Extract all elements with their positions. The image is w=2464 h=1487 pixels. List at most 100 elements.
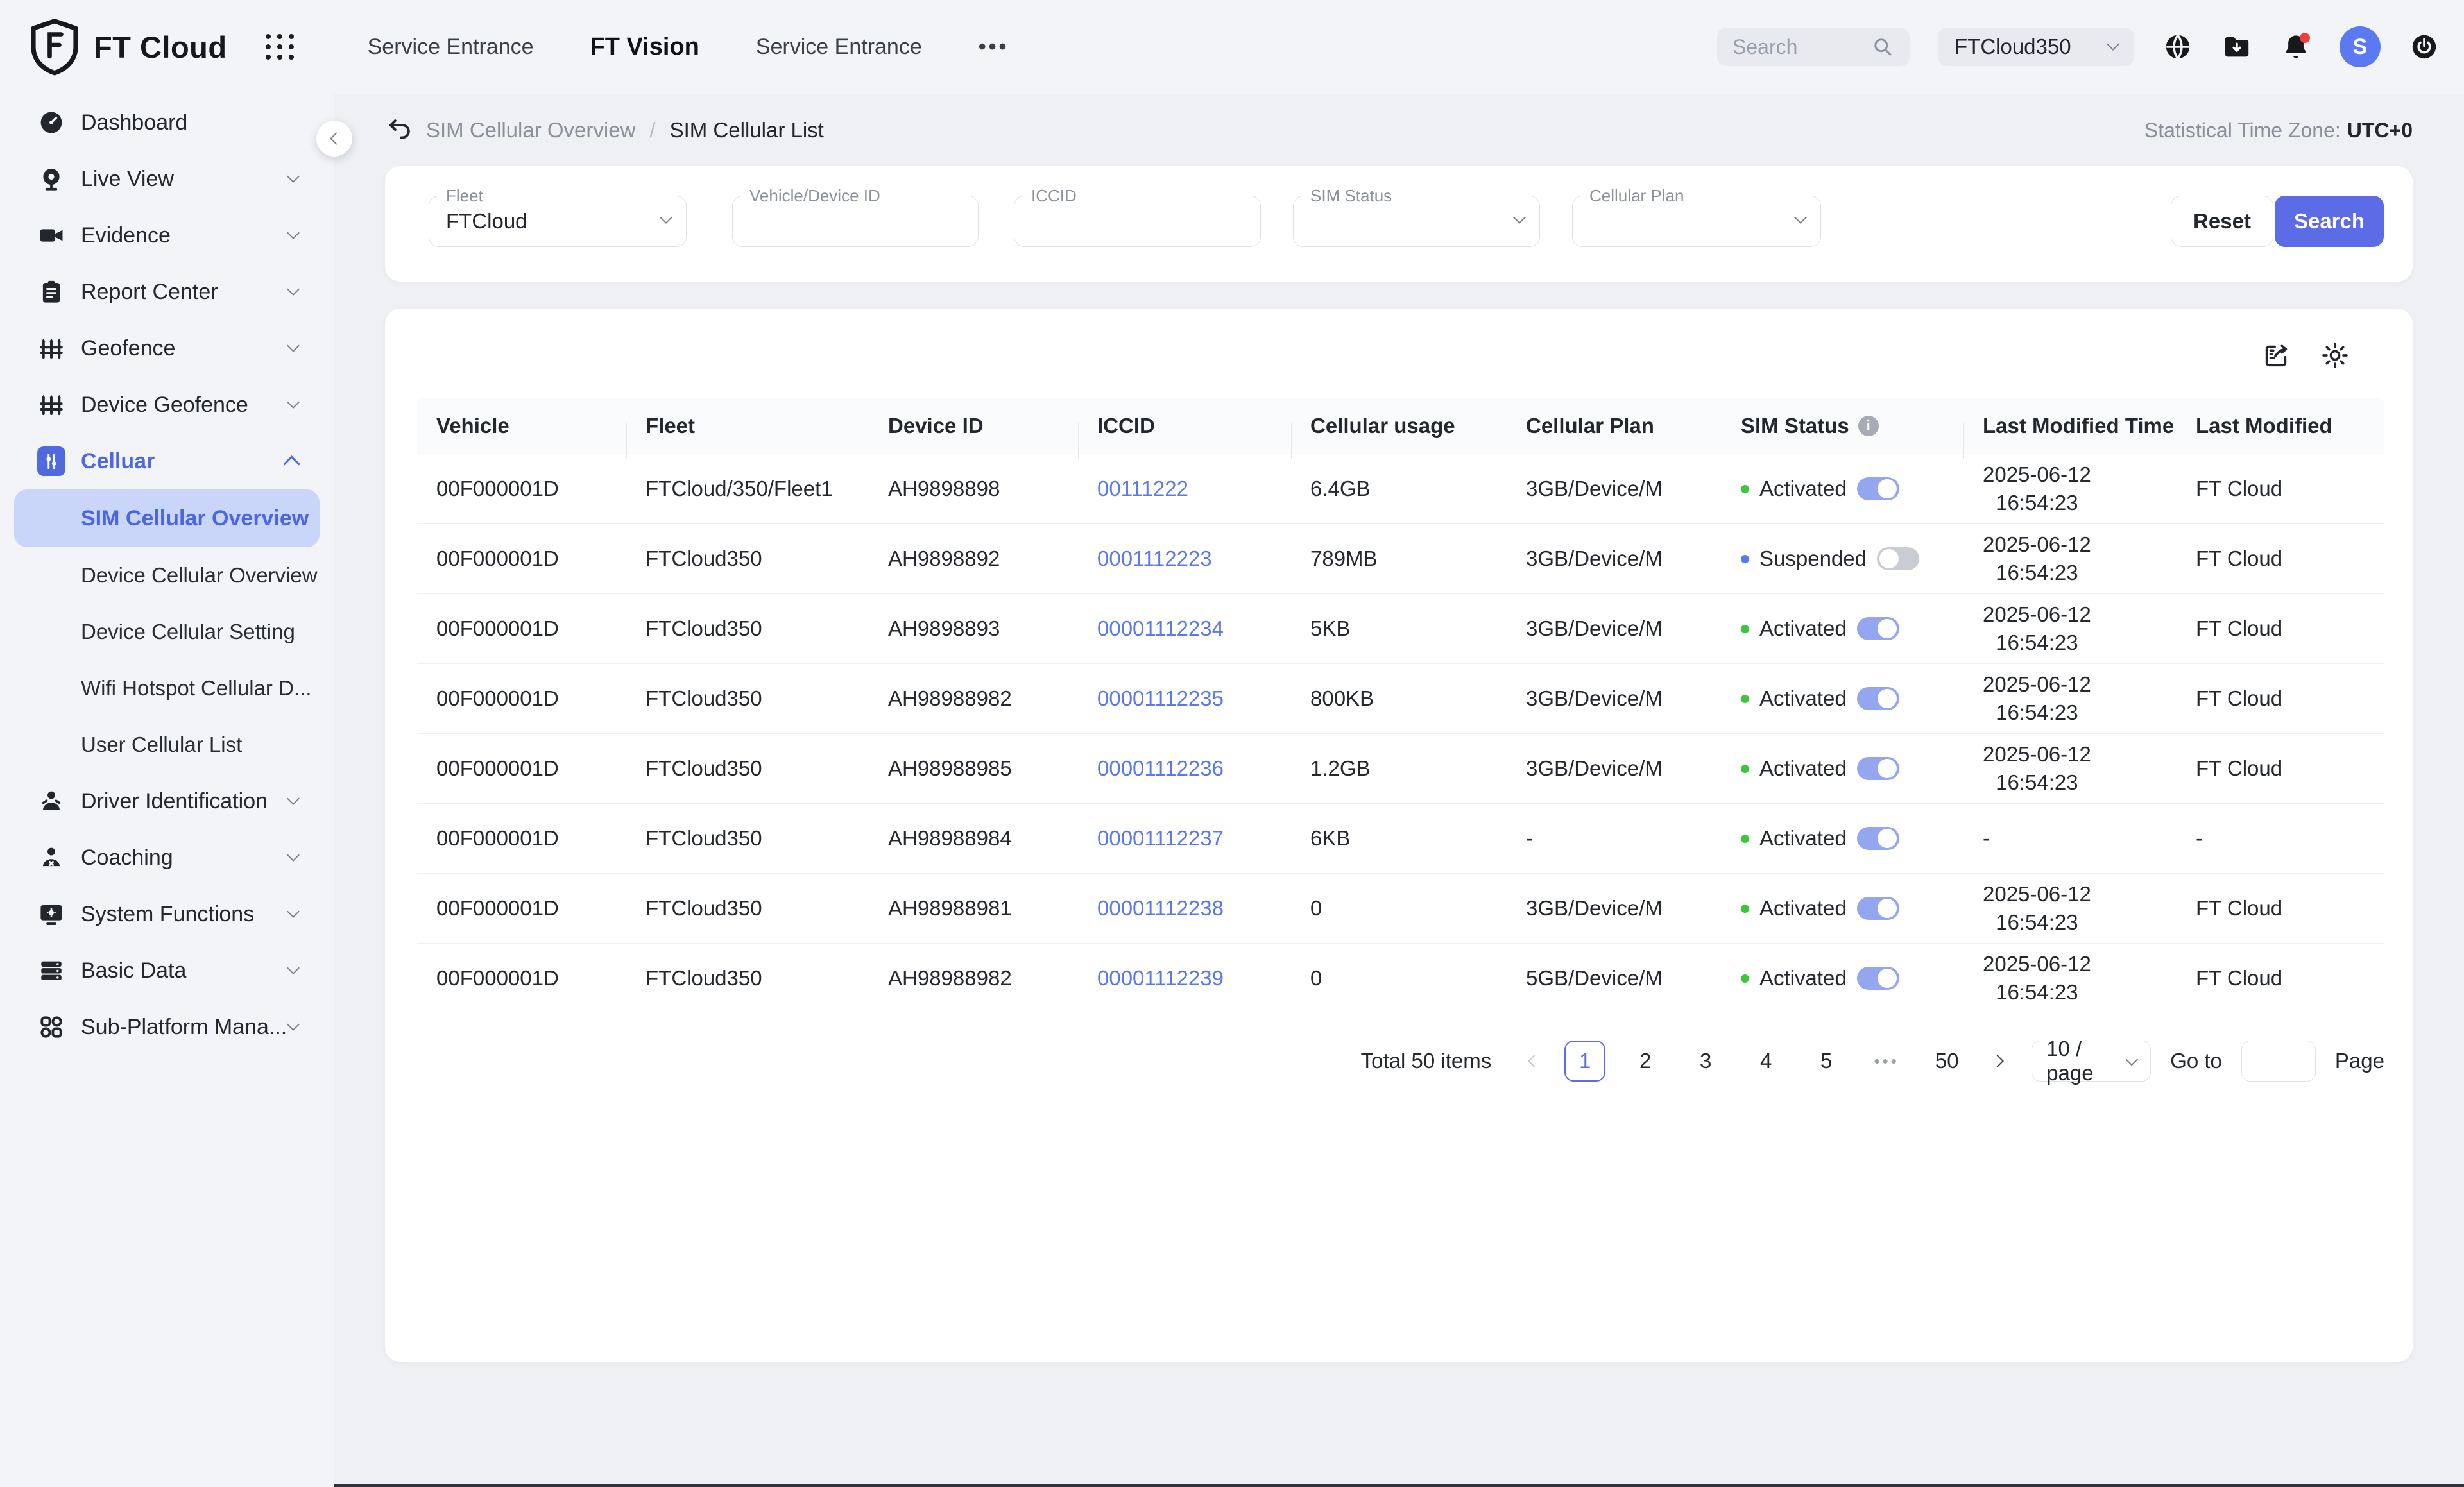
sidebar-item-device-cellular-setting[interactable]: Device Cellular Setting — [0, 604, 334, 660]
org-selector-dropdown[interactable]: FTCloud350 — [1938, 28, 2134, 66]
nav-service-entrance-2[interactable]: Service Entrance — [756, 35, 922, 60]
sidebar-item-report-center[interactable]: Report Center — [0, 264, 334, 320]
notifications-bell-icon[interactable] — [2280, 31, 2311, 62]
sidebar-item-dashboard[interactable]: Dashboard — [0, 94, 334, 151]
iccid-link[interactable]: 00001112235 — [1097, 686, 1224, 710]
sidebar-item-geofence[interactable]: Geofence — [0, 320, 334, 377]
nav-service-entrance-1[interactable]: Service Entrance — [368, 35, 534, 60]
global-search-input[interactable]: Search — [1717, 28, 1910, 66]
sim-status-toggle[interactable] — [1877, 547, 1919, 570]
nav-more-icon[interactable]: ••• — [979, 35, 1009, 60]
sidebar-item-device-geofence[interactable]: Device Geofence — [0, 377, 334, 433]
cell-last-modified-by: FT Cloud — [2177, 756, 2384, 781]
timezone-value: UTC+0 — [2347, 119, 2413, 142]
sidebar-item-user-cellular-list[interactable]: User Cellular List — [0, 717, 334, 773]
nav-ft-vision[interactable]: FT Vision — [590, 33, 699, 61]
reset-button[interactable]: Reset — [2171, 196, 2273, 247]
sim-status-toggle[interactable] — [1857, 967, 1899, 990]
sidebar-item-sub-platform-management[interactable]: Sub-Platform Mana... — [0, 999, 334, 1055]
sidebar-item-driver-identification[interactable]: Driver Identification — [0, 773, 334, 829]
vehicle-device-id-input[interactable]: Vehicle/Device ID — [732, 196, 979, 247]
sim-status-select[interactable]: SIM Status — [1293, 196, 1540, 247]
sim-status-toggle[interactable] — [1857, 827, 1899, 850]
cell-last-modified-time: - — [1983, 824, 1990, 853]
page-number[interactable]: 2 — [1625, 1041, 1666, 1082]
main-content: SIM Cellular Overview / SIM Cellular Lis… — [334, 94, 2464, 1487]
sim-status-toggle[interactable] — [1857, 897, 1899, 920]
user-avatar[interactable]: S — [2340, 26, 2381, 67]
cell-vehicle: 00F000001D — [417, 686, 626, 711]
table-row[interactable]: 00F000001DFTCloud350AH989889850000111223… — [417, 734, 2384, 804]
col-iccid: ICCID — [1078, 414, 1291, 438]
window-bottom-edge — [0, 1484, 2464, 1487]
iccid-link[interactable]: 00111222 — [1097, 477, 1188, 500]
status-dot — [1741, 835, 1749, 843]
chevron-down-icon — [287, 226, 300, 239]
search-button[interactable]: Search — [2275, 196, 2384, 247]
sim-status-toggle[interactable] — [1857, 477, 1899, 500]
page-number[interactable]: 4 — [1745, 1041, 1786, 1082]
cell-vehicle: 00F000001D — [417, 966, 626, 990]
status-label: Activated — [1759, 616, 1847, 641]
chevron-down-icon — [287, 905, 300, 918]
download-folder-icon[interactable] — [2221, 31, 2252, 62]
sim-status-toggle[interactable] — [1857, 617, 1899, 640]
page-size-select[interactable]: 10 / page — [2032, 1041, 2151, 1082]
table-settings-gear-icon[interactable] — [2320, 341, 2350, 370]
page-ellipsis-icon[interactable]: ••• — [1866, 1041, 1907, 1082]
search-icon — [1871, 35, 1894, 58]
webcam-icon — [37, 165, 65, 193]
page-number[interactable]: 5 — [1806, 1041, 1847, 1082]
logout-power-icon[interactable] — [2409, 31, 2440, 62]
page-number[interactable]: 3 — [1685, 1041, 1726, 1082]
cell-last-modified-time: 2025-06-1216:54:23 — [1983, 600, 2091, 657]
table-row[interactable]: 00F000001DFTCloud/350/Fleet1AH9898898001… — [417, 454, 2384, 524]
sidebar-item-device-cellular-overview[interactable]: Device Cellular Overview — [0, 547, 334, 604]
chevron-down-icon — [287, 792, 300, 805]
prev-page-icon[interactable] — [1519, 1048, 1545, 1074]
sim-status-toggle[interactable] — [1857, 757, 1899, 780]
table-row[interactable]: 00F000001DFTCloud350AH989889200011122237… — [417, 524, 2384, 594]
cell-cellular-usage: 6KB — [1291, 826, 1507, 851]
iccid-link[interactable]: 00001112234 — [1097, 616, 1224, 640]
back-icon[interactable] — [385, 116, 413, 144]
chevron-down-icon — [287, 1018, 300, 1031]
table-row[interactable]: 00F000001DFTCloud350AH989889840000111223… — [417, 804, 2384, 874]
chevron-down-icon — [287, 396, 300, 409]
cell-cellular-plan: - — [1507, 826, 1722, 851]
sidebar-item-system-functions[interactable]: System Functions — [0, 886, 334, 942]
table-row[interactable]: 00F000001DFTCloud350AH989889820000111223… — [417, 664, 2384, 734]
sidebar-item-wifi-hotspot-cellular[interactable]: Wifi Hotspot Cellular D... — [0, 660, 334, 717]
table-row[interactable]: 00F000001DFTCloud350AH989889820000111223… — [417, 944, 2384, 1013]
goto-page-input[interactable] — [2241, 1041, 2316, 1082]
next-page-icon[interactable] — [1987, 1048, 2012, 1074]
page-number[interactable]: 50 — [1926, 1041, 1967, 1082]
sidebar-item-sim-cellular-overview[interactable]: SIM Cellular Overview — [14, 489, 320, 547]
sidebar-collapse-button[interactable] — [316, 121, 352, 157]
iccid-link[interactable]: 00001112237 — [1097, 826, 1224, 850]
language-globe-icon[interactable] — [2162, 31, 2193, 62]
export-icon[interactable] — [2261, 341, 2291, 370]
sidebar-item-celluar[interactable]: Celluar — [0, 433, 334, 489]
iccid-link[interactable]: 00001112239 — [1097, 966, 1224, 990]
breadcrumb-parent[interactable]: SIM Cellular Overview — [426, 118, 635, 142]
fleet-select[interactable]: Fleet FTCloud — [429, 196, 687, 247]
sidebar-item-live-view[interactable]: Live View — [0, 151, 334, 207]
col-last-modified: Last Modified — [2177, 414, 2384, 438]
table-body: 00F000001DFTCloud/350/Fleet1AH9898898001… — [417, 454, 2384, 1013]
info-icon[interactable]: i — [1858, 416, 1879, 436]
iccid-link[interactable]: 0001112223 — [1097, 547, 1212, 570]
iccid-input[interactable]: ICCID — [1014, 196, 1261, 247]
iccid-link[interactable]: 00001112238 — [1097, 896, 1224, 920]
table-row[interactable]: 00F000001DFTCloud350AH989889810000111223… — [417, 874, 2384, 944]
cell-cellular-usage: 789MB — [1291, 547, 1507, 571]
sidebar-item-coaching[interactable]: Coaching — [0, 829, 334, 886]
cellular-plan-select[interactable]: Cellular Plan — [1572, 196, 1821, 247]
sidebar-item-evidence[interactable]: Evidence — [0, 207, 334, 264]
sim-status-toggle[interactable] — [1857, 687, 1899, 710]
page-number[interactable]: 1 — [1564, 1041, 1605, 1082]
sidebar-item-basic-data[interactable]: Basic Data — [0, 942, 334, 999]
app-launcher-grid-icon[interactable] — [266, 34, 295, 60]
iccid-link[interactable]: 00001112236 — [1097, 756, 1224, 780]
table-row[interactable]: 00F000001DFTCloud350AH989889300001112234… — [417, 594, 2384, 664]
